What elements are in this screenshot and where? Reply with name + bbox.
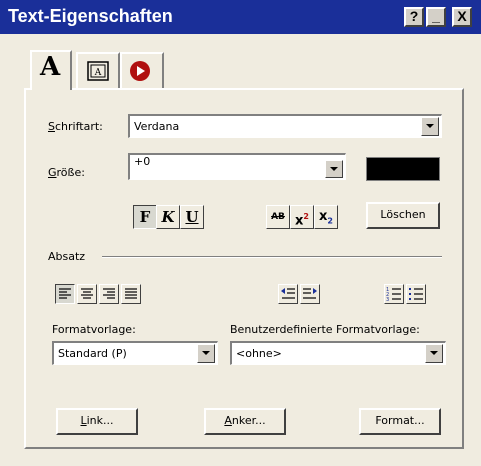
bullet-list-button[interactable] — [406, 284, 426, 304]
paragraph-label: Absatz — [48, 250, 86, 263]
superscript-button[interactable]: x2 — [290, 205, 314, 229]
title-bar[interactable]: Text-Eigenschaften ? _ X — [0, 0, 481, 34]
window-title: Text-Eigenschaften — [8, 6, 173, 26]
custom-template-dropdown-chevron-down-icon[interactable] — [425, 344, 443, 363]
font-dropdown-chevron-down-icon[interactable] — [421, 117, 439, 136]
link-button[interactable]: Link... — [56, 408, 138, 435]
align-right-icon — [103, 288, 115, 299]
paragraph-divider — [102, 256, 442, 258]
template-select-value: Standard (P) — [58, 347, 127, 360]
outdent-icon — [281, 288, 295, 299]
size-label: Größe: — [48, 166, 85, 179]
svg-text:A: A — [94, 68, 102, 78]
format-button[interactable]: Format... — [359, 408, 441, 435]
bold-button[interactable]: F — [133, 205, 157, 229]
outdent-button[interactable] — [278, 284, 298, 304]
align-left-button[interactable] — [55, 284, 75, 304]
align-left-icon — [59, 288, 71, 299]
close-button[interactable]: X — [452, 7, 472, 27]
anchor-button[interactable]: Anker... — [204, 408, 286, 435]
template-label: Formatvorlage: — [52, 323, 136, 336]
size-select[interactable]: +0 — [128, 153, 346, 180]
template-dropdown-chevron-down-icon[interactable] — [197, 344, 215, 363]
strikethrough-button[interactable]: AB — [266, 205, 290, 229]
clear-button[interactable]: Löschen — [366, 202, 440, 229]
numbered-list-button[interactable]: 123 — [384, 284, 404, 304]
svg-text:3: 3 — [386, 297, 389, 303]
tab-panel — [24, 88, 464, 449]
text-properties-dialog: Text-Eigenschaften ? _ X A A Schriftart:… — [0, 0, 481, 466]
indent-icon — [303, 288, 317, 299]
align-justify-icon — [125, 288, 137, 299]
numbered-list-icon: 123 — [386, 287, 401, 303]
size-dropdown-chevron-down-icon[interactable] — [325, 160, 343, 178]
help-button[interactable]: ? — [404, 7, 424, 27]
record-icon — [130, 61, 150, 81]
indent-button[interactable] — [300, 284, 320, 304]
template-select[interactable]: Standard (P) — [52, 341, 218, 365]
text-format-icon: A — [40, 52, 61, 82]
font-select[interactable]: Verdana — [128, 114, 442, 138]
tab-frame[interactable]: A — [76, 52, 120, 88]
custom-template-label: Benutzerdefinierte Formatvorlage: — [230, 323, 420, 336]
custom-template-select-value: <ohne> — [236, 347, 282, 360]
align-justify-button[interactable] — [121, 284, 141, 304]
text-frame-icon: A — [87, 61, 109, 81]
font-label: Schriftart: — [48, 120, 103, 133]
align-center-button[interactable] — [77, 284, 97, 304]
align-right-button[interactable] — [99, 284, 119, 304]
font-select-value: Verdana — [134, 120, 180, 133]
italic-button[interactable]: K — [156, 205, 180, 229]
subscript-button[interactable]: x2 — [314, 205, 338, 229]
align-center-icon — [81, 288, 93, 299]
custom-template-select[interactable]: <ohne> — [230, 341, 446, 365]
color-swatch[interactable] — [366, 157, 440, 181]
bullet-list-icon — [409, 288, 423, 300]
tab-text[interactable]: A — [30, 50, 72, 90]
size-select-value: +0 — [134, 155, 151, 168]
minimize-button[interactable]: _ — [426, 7, 446, 27]
underline-button[interactable]: U — [180, 205, 204, 229]
tab-action[interactable] — [120, 52, 164, 88]
